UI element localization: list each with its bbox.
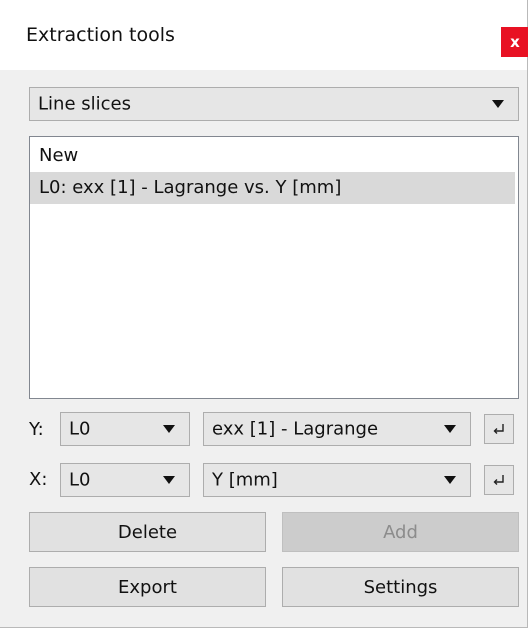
list-item-new[interactable]: New	[30, 140, 518, 172]
chevron-down-icon	[444, 476, 456, 484]
y-variable-value: exx [1] - Lagrange	[212, 418, 379, 440]
settings-button-label: Settings	[363, 576, 438, 598]
enter-icon	[493, 475, 504, 485]
add-button-label: Add	[383, 521, 418, 543]
close-button[interactable]: x	[501, 27, 528, 57]
export-button[interactable]: Export	[29, 567, 266, 607]
x-line-value: L0	[69, 469, 91, 491]
slice-list[interactable]: New L0: exx [1] - Lagrange vs. Y [mm]	[29, 136, 519, 399]
enter-icon	[493, 424, 504, 434]
window-title: Extraction tools	[26, 24, 175, 46]
delete-button-label: Delete	[117, 521, 178, 543]
x-line-dropdown[interactable]: L0	[60, 463, 190, 497]
x-apply-button[interactable]	[484, 465, 514, 495]
x-variable-dropdown[interactable]: Y [mm]	[203, 463, 471, 497]
chevron-down-icon	[163, 425, 175, 433]
mode-dropdown[interactable]: Line slices	[29, 87, 519, 121]
chevron-down-icon	[163, 476, 175, 484]
delete-button[interactable]: Delete	[29, 512, 266, 552]
mode-dropdown-value: Line slices	[38, 93, 131, 115]
x-axis-label: X:	[29, 469, 48, 490]
y-axis-label: Y:	[29, 419, 44, 440]
y-variable-dropdown[interactable]: exx [1] - Lagrange	[203, 412, 471, 446]
close-icon: x	[510, 33, 520, 51]
chevron-down-icon	[492, 100, 504, 108]
add-button[interactable]: Add	[282, 512, 519, 552]
y-line-value: L0	[69, 418, 91, 440]
y-apply-button[interactable]	[484, 414, 514, 444]
list-item-l0[interactable]: L0: exx [1] - Lagrange vs. Y [mm]	[30, 172, 515, 204]
extraction-tools-window: Extraction tools x Line slices New L0: e…	[0, 0, 528, 628]
x-variable-value: Y [mm]	[212, 469, 278, 491]
title-bar: Extraction tools x	[0, 0, 528, 70]
chevron-down-icon	[444, 425, 456, 433]
settings-button[interactable]: Settings	[282, 567, 519, 607]
y-line-dropdown[interactable]: L0	[60, 412, 190, 446]
export-button-label: Export	[118, 576, 177, 598]
